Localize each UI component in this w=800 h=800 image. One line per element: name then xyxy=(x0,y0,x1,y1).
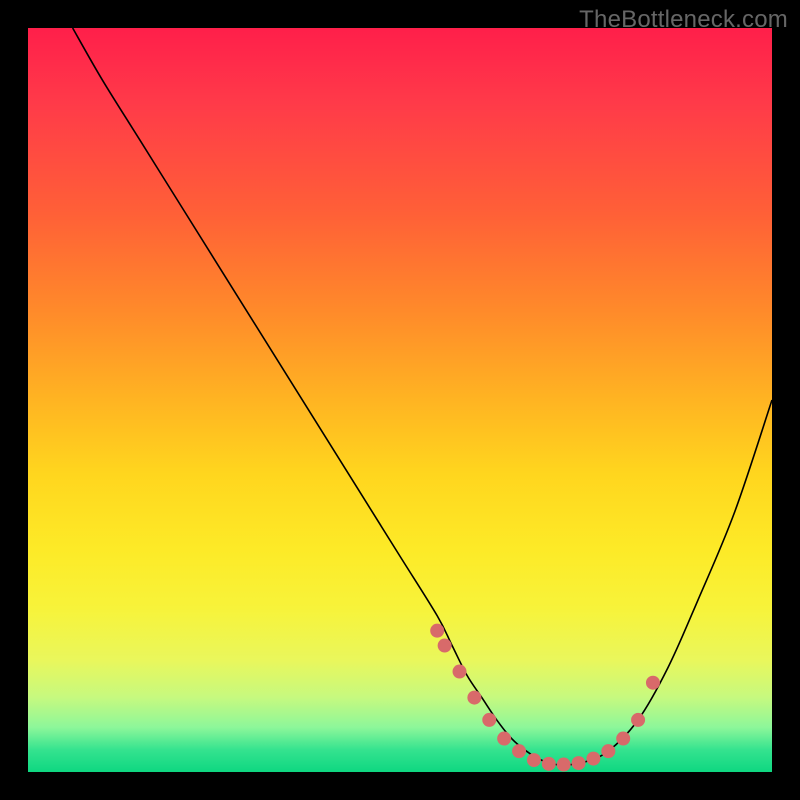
plot-area xyxy=(28,28,772,772)
marker-dot xyxy=(601,744,615,758)
marker-dot xyxy=(430,624,444,638)
marker-dot xyxy=(482,713,496,727)
marker-dot xyxy=(527,753,541,767)
marker-dot xyxy=(646,676,660,690)
marker-dot xyxy=(497,732,511,746)
marker-dot xyxy=(438,639,452,653)
bottleneck-curve xyxy=(73,28,772,765)
marker-dot xyxy=(631,713,645,727)
marker-dot xyxy=(467,691,481,705)
marker-dot xyxy=(453,665,467,679)
watermark-text: TheBottleneck.com xyxy=(579,6,788,34)
marker-group xyxy=(430,624,660,772)
marker-dot xyxy=(542,757,556,771)
marker-dot xyxy=(586,752,600,766)
marker-dot xyxy=(512,744,526,758)
marker-dot xyxy=(616,732,630,746)
marker-dot xyxy=(572,756,586,770)
marker-dot xyxy=(557,758,571,772)
chart-frame: TheBottleneck.com xyxy=(0,0,800,800)
chart-svg xyxy=(28,28,772,772)
